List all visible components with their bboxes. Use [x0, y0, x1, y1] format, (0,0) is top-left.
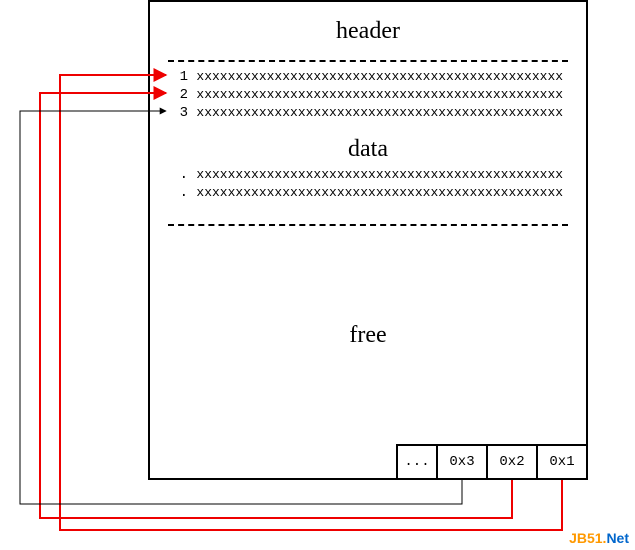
- row-content: xxxxxxxxxxxxxxxxxxxxxxxxxxxxxxxxxxxxxxxx…: [196, 185, 563, 200]
- section-header-title: header: [150, 18, 586, 45]
- section-data-title: data: [150, 136, 586, 163]
- data-row: . xxxxxxxxxxxxxxxxxxxxxxxxxxxxxxxxxxxxxx…: [168, 184, 568, 202]
- diagram-canvas: { "sections": { "header": "header", "dat…: [0, 0, 635, 550]
- slot-0x3: 0x3: [436, 444, 488, 480]
- watermark-part2: Net: [606, 530, 629, 546]
- page-block: header 1 xxxxxxxxxxxxxxxxxxxxxxxxxxxxxxx…: [148, 0, 588, 480]
- row-label: 3: [168, 104, 188, 122]
- slot-0x1: 0x1: [536, 444, 588, 480]
- row-content: xxxxxxxxxxxxxxxxxxxxxxxxxxxxxxxxxxxxxxxx…: [196, 167, 563, 182]
- slot-ellipsis: ...: [396, 444, 438, 480]
- data-row: . xxxxxxxxxxxxxxxxxxxxxxxxxxxxxxxxxxxxxx…: [168, 166, 568, 184]
- row-label: 1: [168, 68, 188, 86]
- row-label: .: [168, 184, 188, 202]
- watermark: JB51.Net: [569, 530, 629, 546]
- row-content: xxxxxxxxxxxxxxxxxxxxxxxxxxxxxxxxxxxxxxxx…: [196, 105, 563, 120]
- row-content: xxxxxxxxxxxxxxxxxxxxxxxxxxxxxxxxxxxxxxxx…: [196, 87, 563, 102]
- slot-0x2: 0x2: [486, 444, 538, 480]
- row-label: 2: [168, 86, 188, 104]
- row-content: xxxxxxxxxxxxxxxxxxxxxxxxxxxxxxxxxxxxxxxx…: [196, 69, 563, 84]
- watermark-part1: JB51.: [569, 530, 606, 546]
- slot-directory: ... 0x3 0x2 0x1: [396, 444, 588, 480]
- data-rows-area: 1 xxxxxxxxxxxxxxxxxxxxxxxxxxxxxxxxxxxxxx…: [168, 68, 568, 202]
- data-row: 1 xxxxxxxxxxxxxxxxxxxxxxxxxxxxxxxxxxxxxx…: [168, 68, 568, 86]
- divider-data-free: [168, 224, 568, 226]
- section-free-title: free: [150, 322, 586, 349]
- data-row: 3 xxxxxxxxxxxxxxxxxxxxxxxxxxxxxxxxxxxxxx…: [168, 104, 568, 122]
- divider-header-data: [168, 60, 568, 62]
- row-label: .: [168, 166, 188, 184]
- data-row: 2 xxxxxxxxxxxxxxxxxxxxxxxxxxxxxxxxxxxxxx…: [168, 86, 568, 104]
